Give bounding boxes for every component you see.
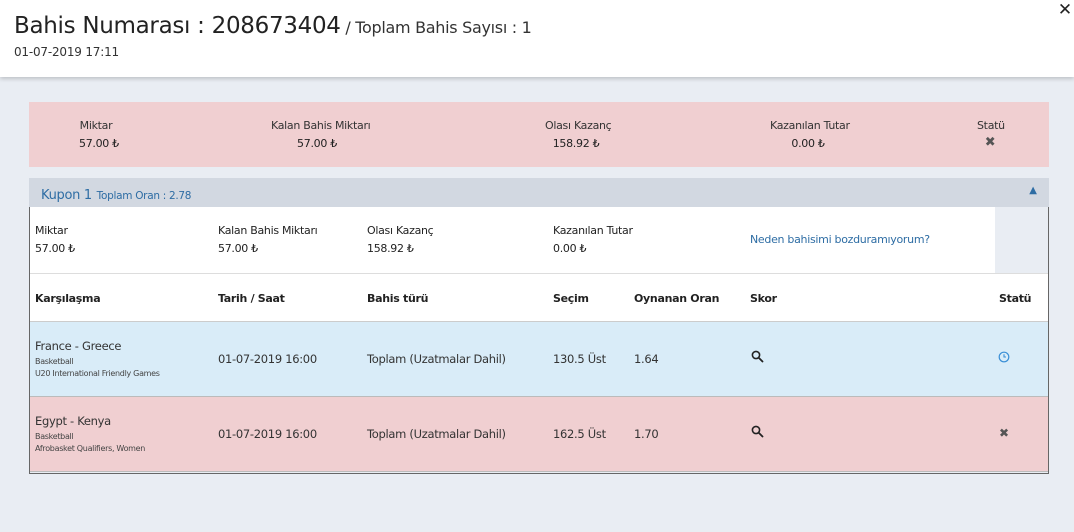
summary-status-label: Statü bbox=[977, 119, 1005, 132]
coupon-won: Kazanılan Tutar 0.00 ₺ bbox=[553, 224, 633, 255]
match-datetime: 01-07-2019 16:00 bbox=[218, 352, 317, 366]
bet-detail-header: Bahis Numarası : 208673404 / Toplam Bahi… bbox=[0, 0, 1074, 77]
coupon-name: Kupon 1 bbox=[41, 188, 92, 203]
selection: 130.5 Üst bbox=[553, 352, 606, 366]
coupon-potential-label: Olası Kazanç bbox=[367, 224, 434, 237]
col-selection: Seçim bbox=[553, 292, 589, 305]
odds: 1.64 bbox=[634, 352, 659, 366]
summary-status: Statü ✖ bbox=[977, 119, 1005, 150]
table-row: France - Greece Basketball U20 Internati… bbox=[30, 322, 1048, 397]
match-teams: Egypt - Kenya bbox=[35, 414, 111, 428]
selection: 162.5 Üst bbox=[553, 427, 606, 441]
match-cell: Egypt - Kenya Basketball Afrobasket Qual… bbox=[35, 414, 145, 453]
search-icon[interactable] bbox=[751, 350, 764, 366]
match-datetime: 01-07-2019 16:00 bbox=[218, 427, 317, 441]
page-title: Bahis Numarası : 208673404 / Toplam Bahi… bbox=[14, 13, 532, 39]
summary-amount: Miktar 57.00 ₺ bbox=[79, 119, 119, 150]
close-icon[interactable]: ✕ bbox=[1057, 0, 1073, 20]
coupon-potential: Olası Kazanç 158.92 ₺ bbox=[367, 224, 434, 255]
coupon-info: Miktar 57.00 ₺ Kalan Bahis Miktarı 57.00… bbox=[30, 207, 995, 273]
summary-remaining-label: Kalan Bahis Miktarı bbox=[271, 119, 371, 132]
coupon-remaining: Kalan Bahis Miktarı 57.00 ₺ bbox=[218, 224, 318, 255]
summary-potential-label: Olası Kazanç bbox=[545, 119, 612, 132]
chevron-up-icon[interactable]: ▲ bbox=[1029, 185, 1037, 196]
coupon-total-odds: Toplam Oran : 2.78 bbox=[96, 190, 192, 202]
total-bet-count: / Toplam Bahis Sayısı : 1 bbox=[345, 18, 532, 37]
coupon-amount-label: Miktar bbox=[35, 224, 68, 237]
col-odds: Oynanan Oran bbox=[634, 292, 720, 305]
coupon-potential-value: 158.92 ₺ bbox=[367, 242, 414, 255]
col-datetime: Tarih / Saat bbox=[218, 292, 285, 305]
match-cell: France - Greece Basketball U20 Internati… bbox=[35, 339, 160, 378]
col-bet-type: Bahis türü bbox=[367, 292, 429, 305]
summary-won-label: Kazanılan Tutar bbox=[770, 119, 850, 132]
cashout-info-link[interactable]: Neden bahisimi bozduramıyorum? bbox=[750, 233, 930, 246]
coupon-remaining-label: Kalan Bahis Miktarı bbox=[218, 224, 318, 237]
selections-table: Karşılaşma Tarih / Saat Bahis türü Seçim… bbox=[30, 273, 1048, 472]
coupon-remaining-value: 57.00 ₺ bbox=[218, 242, 258, 255]
table-header: Karşılaşma Tarih / Saat Bahis türü Seçim… bbox=[30, 273, 1048, 322]
bet-number: Bahis Numarası : 208673404 bbox=[14, 13, 341, 39]
bet-summary: Miktar 57.00 ₺ Kalan Bahis Miktarı 57.00… bbox=[29, 102, 1049, 167]
coupon-title: Kupon 1 Toplam Oran : 2.78 bbox=[41, 184, 191, 203]
coupon-amount: Miktar 57.00 ₺ bbox=[35, 224, 75, 255]
summary-amount-label: Miktar bbox=[79, 119, 113, 132]
col-match: Karşılaşma bbox=[35, 292, 101, 305]
match-teams: France - Greece bbox=[35, 339, 122, 353]
coupon-amount-value: 57.00 ₺ bbox=[35, 242, 75, 255]
search-icon[interactable] bbox=[751, 425, 764, 441]
match-league: U20 International Friendly Games bbox=[35, 369, 160, 378]
col-status: Statü bbox=[999, 292, 1032, 305]
summary-remaining: Kalan Bahis Miktarı 57.00 ₺ bbox=[271, 119, 371, 150]
summary-won-value: 0.00 ₺ bbox=[791, 137, 825, 150]
table-row: Egypt - Kenya Basketball Afrobasket Qual… bbox=[30, 397, 1048, 472]
match-sport: Basketball bbox=[35, 357, 74, 366]
summary-amount-value: 57.00 ₺ bbox=[79, 137, 119, 150]
coupon-header[interactable]: Kupon 1 Toplam Oran : 2.78 ▲ bbox=[29, 178, 1049, 207]
summary-won: Kazanılan Tutar 0.00 ₺ bbox=[770, 119, 850, 150]
bet-date: 01-07-2019 17:11 bbox=[14, 45, 119, 59]
summary-remaining-value: 57.00 ₺ bbox=[297, 137, 337, 150]
clock-icon bbox=[998, 351, 1010, 366]
x-icon: ✖ bbox=[999, 426, 1009, 440]
bet-type: Toplam (Uzatmalar Dahil) bbox=[367, 427, 506, 441]
coupon-body: Miktar 57.00 ₺ Kalan Bahis Miktarı 57.00… bbox=[29, 207, 1049, 474]
summary-potential-value: 158.92 ₺ bbox=[552, 137, 600, 150]
x-icon: ✖ bbox=[984, 135, 996, 150]
summary-potential: Olası Kazanç 158.92 ₺ bbox=[545, 119, 612, 150]
match-league: Afrobasket Qualifiers, Women bbox=[35, 444, 146, 453]
odds: 1.70 bbox=[634, 427, 659, 441]
col-score: Skor bbox=[750, 292, 777, 305]
bet-type: Toplam (Uzatmalar Dahil) bbox=[367, 352, 506, 366]
match-sport: Basketball bbox=[35, 432, 74, 441]
coupon-won-value: 0.00 ₺ bbox=[553, 242, 587, 255]
coupon-won-label: Kazanılan Tutar bbox=[553, 224, 633, 237]
